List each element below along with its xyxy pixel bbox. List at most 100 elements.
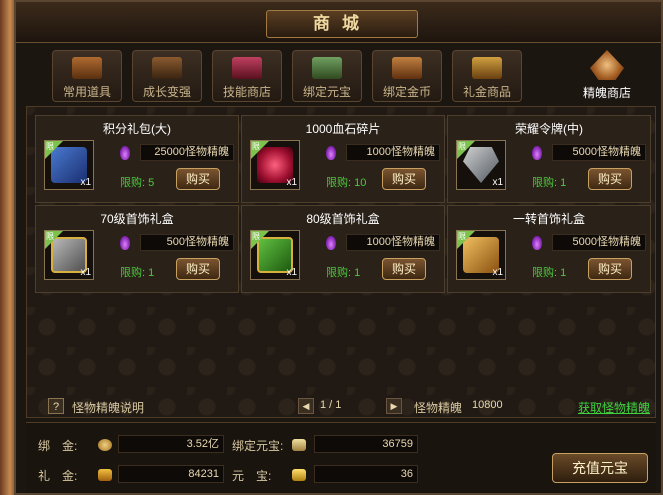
buy-button[interactable]: 购买 xyxy=(588,168,632,190)
item-price: 500怪物精魄 xyxy=(140,234,234,251)
item-name: 70级首饰礼盒 xyxy=(100,212,174,226)
tab-gift-gold[interactable]: 礼金商品 xyxy=(452,50,522,102)
ingot-value: 36 xyxy=(314,465,418,483)
gift-gold-label: 礼 金: xyxy=(38,469,78,483)
buy-button[interactable]: 购买 xyxy=(382,168,426,190)
gift-gold-value: 84231 xyxy=(118,465,224,483)
limited-badge-label: 限 xyxy=(252,232,260,241)
limited-badge-label: 限 xyxy=(458,232,466,241)
get-soul-link[interactable]: 获取怪物精魄 xyxy=(578,399,650,416)
tab-label: 精魄商店 xyxy=(582,86,631,100)
growth-icon xyxy=(152,57,182,79)
title-bar: 商城 xyxy=(16,2,661,43)
buy-button[interactable]: 购买 xyxy=(382,258,426,280)
purchase-limit: 限购: 5 xyxy=(120,177,155,189)
limited-badge-label: 限 xyxy=(46,142,54,151)
limited-badge-label: 限 xyxy=(252,142,260,151)
bound-ingot-icon xyxy=(312,57,342,79)
soul-balance-value: 10800 xyxy=(472,399,503,411)
skill-book-icon xyxy=(232,57,262,79)
bound-ingot-icon xyxy=(292,439,306,451)
item-slot[interactable]: 限 x1 xyxy=(456,140,506,190)
tab-bound-gold[interactable]: 绑定金币 xyxy=(372,50,442,102)
item-slot[interactable]: 限 x1 xyxy=(250,230,300,280)
tab-bound-ingot[interactable]: 绑定元宝 xyxy=(292,50,362,102)
tab-growth[interactable]: 成长变强 xyxy=(132,50,202,102)
gift-gold-icon xyxy=(98,469,112,481)
tab-label: 绑定金币 xyxy=(382,85,431,99)
ingot-icon xyxy=(292,469,306,481)
limited-badge-label: 限 xyxy=(458,142,466,151)
purchase-limit: 限购: 10 xyxy=(326,177,367,189)
ingot-label: 元 宝: xyxy=(232,469,272,483)
soul-currency-icon xyxy=(326,146,336,160)
item-grid: 积分礼包(大) 限 x1 25000怪物精魄 限购: 5 购买 1000血石碎片… xyxy=(26,106,656,418)
item-card: 1000血石碎片 限 x1 1000怪物精魄 限购: 10 购买 xyxy=(241,115,445,203)
soul-currency-icon xyxy=(532,236,542,250)
item-card: 积分礼包(大) 限 x1 25000怪物精魄 限购: 5 购买 xyxy=(35,115,239,203)
soul-shop-icon xyxy=(590,50,624,80)
soul-currency-icon xyxy=(326,236,336,250)
purchase-limit: 限购: 1 xyxy=(532,177,567,189)
item-slot[interactable]: 限 x1 xyxy=(44,230,94,280)
item-card: 80级首饰礼盒 限 x1 1000怪物精魄 限购: 1 购买 xyxy=(241,205,445,293)
shop-window: 商城 常用道具 成长变强 技能商店 绑定元宝 绑定金币 礼金商品 精魄商店 积分… xyxy=(14,0,663,495)
purchase-limit: 限购: 1 xyxy=(326,267,361,279)
category-tabs: 常用道具 成长变强 技能商店 绑定元宝 绑定金币 礼金商品 精魄商店 xyxy=(52,50,652,106)
item-price: 5000怪物精魄 xyxy=(552,144,646,161)
buy-button[interactable]: 购买 xyxy=(176,168,220,190)
currency-panel: 绑 金: 3.52亿 绑定元宝: 36759 礼 金: 84231 元 宝: 3… xyxy=(26,422,656,493)
item-quantity: x1 xyxy=(492,267,503,278)
purchase-limit: 限购: 1 xyxy=(120,267,155,279)
help-icon[interactable]: ? xyxy=(48,398,64,414)
soul-currency-icon xyxy=(120,146,130,160)
item-slot[interactable]: 限 x1 xyxy=(456,230,506,280)
window-title: 商城 xyxy=(266,10,418,38)
item-quantity: x1 xyxy=(80,177,91,188)
item-slot[interactable]: 限 x1 xyxy=(250,140,300,190)
item-price: 1000怪物精魄 xyxy=(346,144,440,161)
soul-help-label[interactable]: 怪物精魄说明 xyxy=(72,399,144,416)
gold-coin-icon xyxy=(98,439,112,451)
item-name: 1000血石碎片 xyxy=(305,122,381,136)
gift-gold-icon xyxy=(472,57,502,79)
item-name: 80级首饰礼盒 xyxy=(306,212,380,226)
tab-label: 绑定元宝 xyxy=(302,85,351,99)
buy-button[interactable]: 购买 xyxy=(176,258,220,280)
next-page-button[interactable]: ▶ xyxy=(386,398,402,414)
item-price: 25000怪物精魄 xyxy=(140,144,234,161)
page-indicator: 1 / 1 xyxy=(320,399,342,411)
item-bag-icon xyxy=(72,57,102,79)
bound-gold-icon xyxy=(392,57,422,79)
tab-common-items[interactable]: 常用道具 xyxy=(52,50,122,102)
soul-currency-icon xyxy=(120,236,130,250)
item-quantity: x1 xyxy=(286,177,297,188)
item-quantity: x1 xyxy=(80,267,91,278)
recharge-button[interactable]: 充值元宝 xyxy=(552,453,648,483)
bound-gold-value: 3.52亿 xyxy=(118,435,224,453)
item-card: 荣耀令牌(中) 限 x1 5000怪物精魄 限购: 1 购买 xyxy=(447,115,651,203)
item-name: 一转首饰礼盒 xyxy=(512,212,585,226)
bound-gold-label: 绑 金: xyxy=(38,439,78,453)
buy-button[interactable]: 购买 xyxy=(588,258,632,280)
item-card: 一转首饰礼盒 限 x1 5000怪物精魄 限购: 1 购买 xyxy=(447,205,651,293)
tab-label: 技能商店 xyxy=(222,85,271,99)
soul-currency-icon xyxy=(532,146,542,160)
tab-soul-shop[interactable]: 精魄商店 xyxy=(566,50,648,102)
item-price: 1000怪物精魄 xyxy=(346,234,440,251)
purchase-limit: 限购: 1 xyxy=(532,267,567,279)
tab-label: 常用道具 xyxy=(62,85,111,99)
tab-label: 成长变强 xyxy=(142,85,191,99)
tab-skill-shop[interactable]: 技能商店 xyxy=(212,50,282,102)
item-price: 5000怪物精魄 xyxy=(552,234,646,251)
prev-page-button[interactable]: ◀ xyxy=(298,398,314,414)
item-quantity: x1 xyxy=(286,267,297,278)
item-name: 荣耀令牌(中) xyxy=(515,122,583,136)
item-slot[interactable]: 限 x1 xyxy=(44,140,94,190)
bound-ingot-label: 绑定元宝: xyxy=(232,439,284,453)
tab-label: 礼金商品 xyxy=(462,85,511,99)
shop-footer: ? 怪物精魄说明 ◀ 1 / 1 ▶ 怪物精魄 10800 获取怪物精魄 xyxy=(26,394,656,418)
limited-badge-label: 限 xyxy=(46,232,54,241)
item-card: 70级首饰礼盒 限 x1 500怪物精魄 限购: 1 购买 xyxy=(35,205,239,293)
item-name: 积分礼包(大) xyxy=(103,122,171,136)
